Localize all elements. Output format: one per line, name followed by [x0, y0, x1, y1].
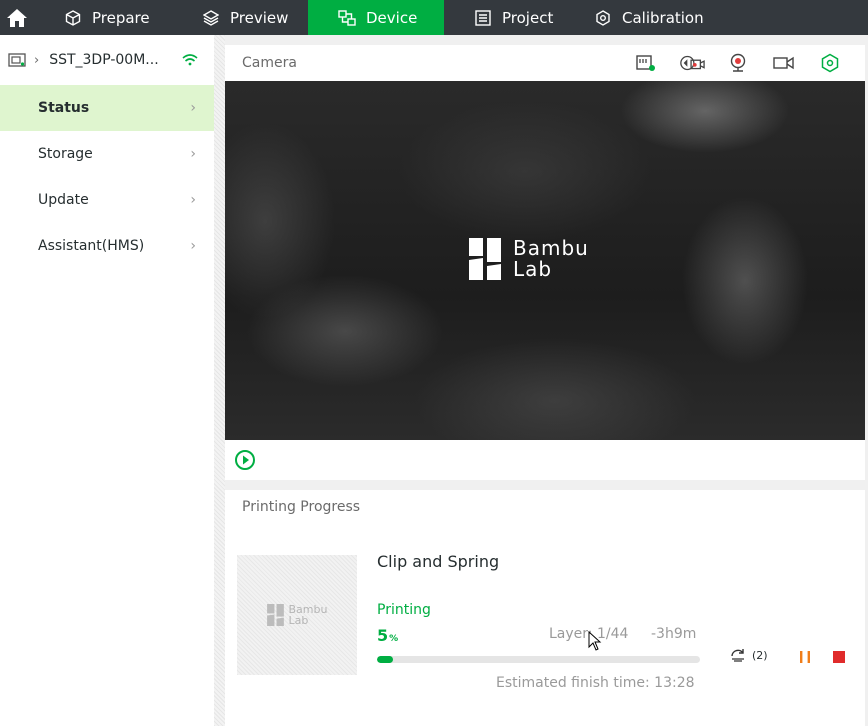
sidebar-item-label: Status: [38, 100, 90, 116]
tab-label: Preview: [230, 8, 289, 27]
webcam-icon: [730, 53, 746, 72]
printer-icon: [8, 53, 26, 67]
video-camera-button[interactable]: [771, 53, 797, 73]
chevron-right-icon: ›: [190, 146, 196, 162]
camera-settings-button[interactable]: [817, 53, 843, 73]
logo-line2: Lab: [513, 257, 553, 281]
stop-button[interactable]: [830, 648, 848, 666]
bambu-lab-logo: Bambu Lab: [469, 238, 589, 280]
device-name: SST_3DP-00M...: [49, 52, 159, 68]
time-remaining: -3h9m: [651, 626, 697, 642]
sidebar-item-label: Storage: [38, 146, 93, 162]
bambu-logo-mark-icon: [266, 604, 284, 626]
pause-button[interactable]: [796, 648, 814, 666]
tab-device[interactable]: Device: [308, 0, 444, 35]
tab-label: Calibration: [622, 8, 704, 27]
progress-percent-value: 5: [377, 626, 389, 645]
tab-project[interactable]: Project: [444, 0, 570, 35]
tab-preview[interactable]: Preview: [170, 0, 308, 35]
camera-toolbar: [633, 53, 843, 73]
progress-percent-sign: %: [389, 634, 399, 644]
printing-progress-panel: Printing Progress Bambu Lab Clip and Spr…: [225, 490, 865, 726]
print-state: Printing: [377, 602, 431, 618]
sidebar-item-label: Update: [38, 192, 89, 208]
bambu-logo-mark-icon: [469, 238, 501, 280]
retry-button[interactable]: (2): [730, 648, 768, 662]
wifi-icon: [182, 54, 198, 66]
chevron-right-icon: ›: [190, 100, 196, 116]
thumbnail-logo-text: Bambu Lab: [289, 604, 328, 626]
sd-card-icon: [636, 55, 655, 71]
retry-count: (2): [752, 648, 768, 662]
settings-hex-icon: [821, 53, 839, 73]
play-stream-button[interactable]: [235, 450, 255, 470]
device-icon: [338, 9, 356, 27]
sidebar-item-label: Assistant(HMS): [38, 238, 145, 254]
tab-calibration[interactable]: Calibration: [570, 0, 730, 35]
sidebar-item-storage[interactable]: Storage ›: [0, 131, 214, 177]
tab-label: Project: [502, 8, 554, 27]
progress-title: Printing Progress: [242, 499, 361, 515]
tab-label: Device: [366, 8, 418, 27]
tab-prepare[interactable]: Prepare: [34, 0, 170, 35]
chevron-right-icon: ›: [190, 238, 196, 254]
logo-line1: Bambu: [513, 236, 589, 260]
home-button[interactable]: [0, 0, 34, 35]
calibration-icon: [594, 9, 612, 27]
stop-icon: [833, 651, 845, 663]
webcam-button[interactable]: [725, 53, 751, 73]
job-name: Clip and Spring: [377, 552, 500, 571]
video-camera-icon: [773, 56, 794, 70]
sidebar-item-update[interactable]: Update ›: [0, 177, 214, 223]
camera-record-button[interactable]: [679, 53, 705, 73]
camera-panel: Camera Bambu Lab: [225, 45, 865, 480]
chevron-right-icon: ›: [34, 52, 40, 68]
cube-icon: [64, 9, 82, 27]
thumbnail-logo: Bambu Lab: [266, 604, 328, 626]
video-record-icon: [680, 55, 705, 71]
model-thumbnail: Bambu Lab: [237, 555, 357, 675]
layers-icon: [202, 9, 220, 27]
device-sidebar: › SST_3DP-00M... Status › Storage › Upda…: [0, 35, 214, 726]
logo-text: Bambu Lab: [513, 238, 589, 280]
chevron-right-icon: ›: [190, 192, 196, 208]
estimated-finish-time: Estimated finish time: 13:28: [496, 675, 695, 691]
progress-percent: 5%: [377, 626, 398, 645]
camera-video-feed[interactable]: Bambu Lab: [225, 81, 865, 440]
progress-bar-fill: [377, 656, 394, 663]
tab-label: Prepare: [92, 8, 150, 27]
project-icon: [474, 9, 492, 27]
panel-divider: [214, 35, 225, 726]
thumbnail-logo-line2: Lab: [288, 614, 309, 627]
pause-icon: [800, 651, 810, 663]
retry-icon: [731, 649, 744, 662]
sidebar-item-status[interactable]: Status ›: [0, 85, 214, 131]
sidebar-item-assistant[interactable]: Assistant(HMS) ›: [0, 223, 214, 269]
mouse-cursor-icon: [588, 631, 602, 651]
device-selector[interactable]: › SST_3DP-00M...: [0, 35, 214, 85]
home-icon: [7, 8, 27, 27]
play-icon: [235, 450, 255, 470]
top-nav-bar: Prepare Preview Device Project Calibrati…: [0, 0, 868, 35]
sd-card-button[interactable]: [633, 53, 659, 73]
progress-bar: [377, 656, 700, 663]
